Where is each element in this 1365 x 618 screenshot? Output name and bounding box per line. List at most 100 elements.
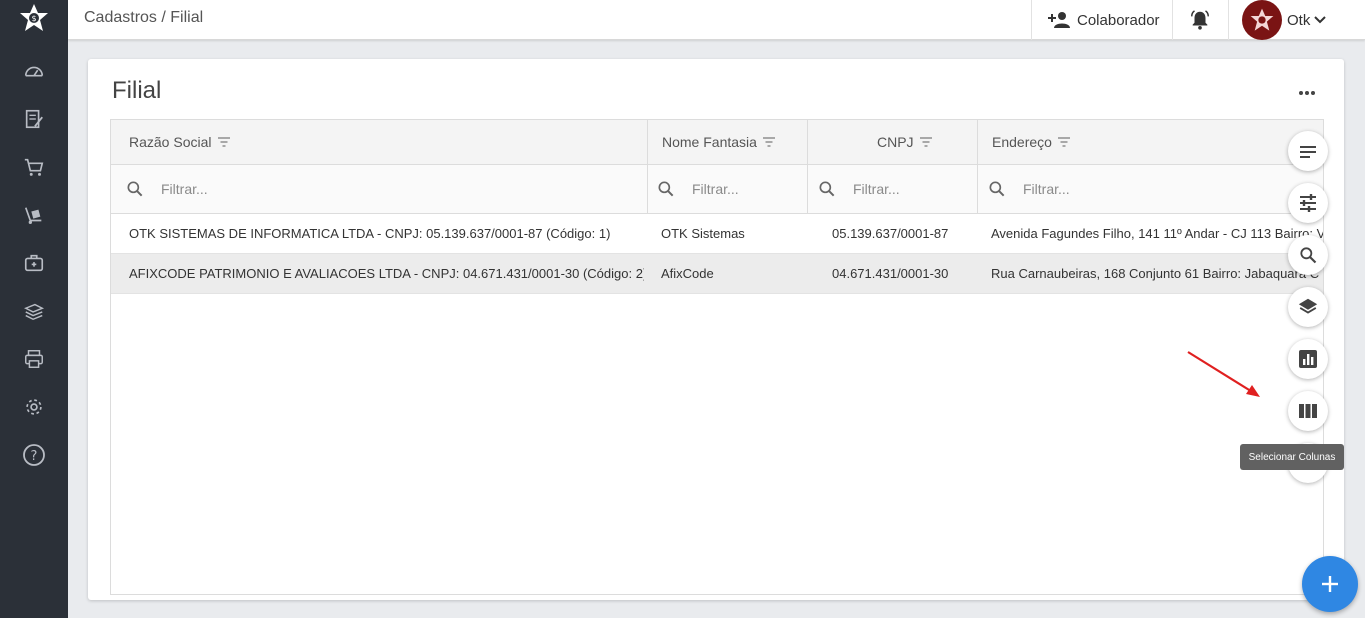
add-collaborator-button[interactable]: Colaborador xyxy=(1047,0,1160,40)
filter-cell-nome-fantasia xyxy=(656,165,806,213)
search-icon xyxy=(658,181,674,197)
sidebar-item-documents[interactable] xyxy=(20,105,48,133)
column-separator[interactable] xyxy=(807,120,808,164)
breadcrumb: Cadastros / Filial xyxy=(84,9,204,26)
divider xyxy=(1228,0,1229,40)
divider xyxy=(1172,0,1173,40)
tooltip: Selecionar Colunas xyxy=(1240,444,1344,470)
cell-razao-social: AFIXCODE PATRIMONIO E AVALIACOES LTDA - … xyxy=(129,266,644,281)
column-separator[interactable] xyxy=(647,120,648,164)
filter-input-razao-social[interactable] xyxy=(161,181,281,197)
sidebar: $ ? xyxy=(0,0,68,618)
page-title: Filial xyxy=(112,77,162,104)
cell-nome-fantasia: AfixCode xyxy=(661,266,714,281)
column-header-label: Razão Social xyxy=(129,134,212,150)
filter-input-nome-fantasia[interactable] xyxy=(692,181,792,197)
column-header-label: Endereço xyxy=(992,134,1052,150)
search-icon xyxy=(989,181,1005,197)
avatar-logo-icon xyxy=(1250,8,1274,31)
svg-text:$: $ xyxy=(31,14,36,23)
sidebar-item-dashboard[interactable] xyxy=(20,58,48,86)
column-separator xyxy=(647,165,648,213)
plus-icon xyxy=(1322,576,1338,592)
filter-icon[interactable] xyxy=(1057,137,1070,147)
sidebar-item-help[interactable]: ? xyxy=(20,441,48,469)
column-separator xyxy=(977,165,978,213)
column-header-nome-fantasia[interactable]: Nome Fantasia xyxy=(662,120,802,164)
top-bar: Cadastros / Filial Colaborador Otk xyxy=(68,0,1365,40)
sidebar-item-print[interactable] xyxy=(20,345,48,373)
help-icon: ? xyxy=(23,444,45,466)
data-grid: Razão Social Nome Fantasia CNPJ Endereço xyxy=(110,119,1324,595)
cell-cnpj: 05.139.637/0001-87 xyxy=(832,226,949,241)
search-icon xyxy=(1300,247,1317,264)
column-header-razao-social[interactable]: Razão Social xyxy=(129,120,629,164)
columns-icon xyxy=(1299,404,1317,418)
grid-filter-row xyxy=(111,165,1323,214)
user-name: Otk xyxy=(1287,11,1311,29)
cart-icon xyxy=(24,158,44,176)
edit-document-icon xyxy=(25,109,43,129)
sort-button[interactable] xyxy=(1288,131,1328,171)
adjust-button[interactable] xyxy=(1288,183,1328,223)
more-horizontal-icon xyxy=(1299,91,1315,95)
filter-icon[interactable] xyxy=(217,137,230,147)
column-separator xyxy=(807,165,808,213)
column-header-label: Nome Fantasia xyxy=(662,134,757,150)
divider xyxy=(1031,0,1032,40)
printer-icon xyxy=(25,350,43,368)
user-menu[interactable]: Otk xyxy=(1242,0,1327,40)
notifications-button[interactable] xyxy=(1186,6,1214,34)
add-person-icon xyxy=(1048,12,1070,28)
sort-lines-icon xyxy=(1300,146,1316,158)
search-button[interactable] xyxy=(1288,235,1328,275)
filter-input-cnpj[interactable] xyxy=(853,181,953,197)
grid-header-row: Razão Social Nome Fantasia CNPJ Endereço xyxy=(111,120,1323,165)
column-header-endereco[interactable]: Endereço xyxy=(992,120,1192,164)
cell-endereco: Rua Carnaubeiras, 168 Conjunto 61 Bairro… xyxy=(991,266,1320,281)
filter-input-endereco[interactable] xyxy=(1023,181,1143,197)
more-options-button[interactable] xyxy=(1295,83,1319,103)
column-header-label: CNPJ xyxy=(877,134,914,150)
select-columns-button[interactable] xyxy=(1288,391,1328,431)
sidebar-item-cart[interactable] xyxy=(20,153,48,181)
table-row[interactable]: AFIXCODE PATRIMONIO E AVALIACOES LTDA - … xyxy=(111,254,1323,294)
dashboard-icon xyxy=(24,66,44,77)
filter-cell-razao-social xyxy=(125,165,645,213)
sidebar-item-finance[interactable] xyxy=(20,297,48,325)
filter-cell-endereco xyxy=(987,165,1287,213)
chevron-down-icon xyxy=(1314,15,1327,25)
search-icon xyxy=(127,181,143,197)
filter-icon[interactable] xyxy=(762,137,775,147)
money-stack-icon xyxy=(23,303,45,321)
briefcase-icon xyxy=(24,254,44,272)
tune-icon xyxy=(1300,194,1316,212)
cell-razao-social: OTK SISTEMAS DE INFORMATICA LTDA - CNPJ:… xyxy=(129,226,611,241)
sidebar-item-logistics[interactable] xyxy=(20,201,48,229)
filter-cell-cnpj xyxy=(817,165,972,213)
app-logo-icon[interactable]: $ xyxy=(16,0,52,36)
add-collaborator-label: Colaborador xyxy=(1077,11,1160,29)
search-icon xyxy=(819,181,835,197)
add-button[interactable] xyxy=(1302,556,1358,612)
gear-icon xyxy=(26,399,42,415)
avatar xyxy=(1242,0,1282,40)
cell-cnpj: 04.671.431/0001-30 xyxy=(832,266,949,281)
table-row[interactable]: OTK SISTEMAS DE INFORMATICA LTDA - CNPJ:… xyxy=(111,214,1323,254)
svg-text:?: ? xyxy=(31,449,38,464)
annotation-arrow-icon xyxy=(1187,351,1260,397)
chart-button[interactable] xyxy=(1288,339,1328,379)
bell-icon xyxy=(1191,10,1209,30)
sidebar-item-assets[interactable] xyxy=(20,249,48,277)
cell-nome-fantasia: OTK Sistemas xyxy=(661,226,745,241)
content-card: Filial Razão Social Nome Fantasia CNPJ E… xyxy=(88,59,1344,600)
column-header-cnpj[interactable]: CNPJ xyxy=(877,120,967,164)
column-separator[interactable] xyxy=(977,120,978,164)
sidebar-item-settings[interactable] xyxy=(20,393,48,421)
layers-icon xyxy=(1298,298,1318,314)
chart-icon xyxy=(1299,350,1317,368)
cell-endereco: Avenida Fagundes Filho, 141 11º Andar - … xyxy=(991,226,1324,241)
filter-icon[interactable] xyxy=(919,137,932,147)
hand-truck-icon xyxy=(24,207,42,224)
layers-button[interactable] xyxy=(1288,287,1328,327)
